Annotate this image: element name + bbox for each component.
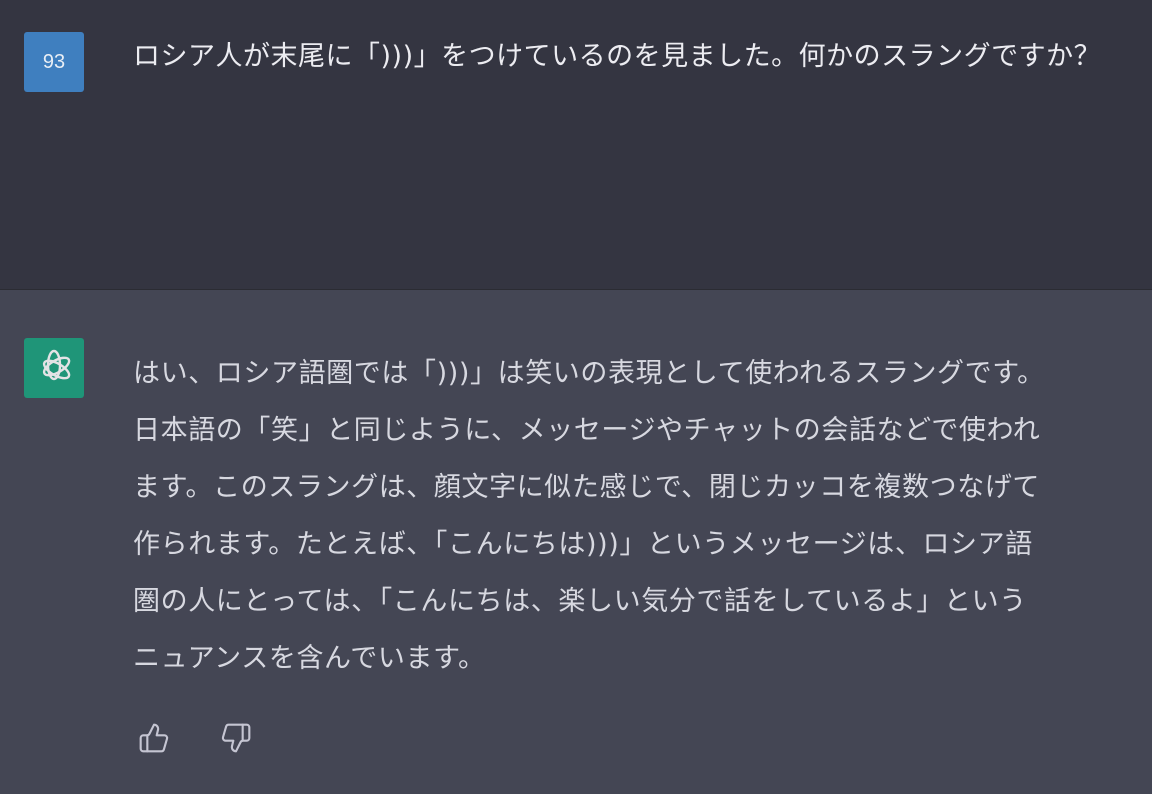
user-message-text: ロシア人が末尾に「)))」をつけているのを見ました。何かのスラングですか？ — [133, 41, 1102, 72]
thumbs-up-button[interactable] — [138, 720, 170, 756]
assistant-line: はい、ロシア語圏では「)))」は笑いの表現として使われるスラングです。 — [133, 358, 1045, 389]
assistant-line: 作られます。たとえば、「こんにちは)))」というメッセージは、ロシア語 — [133, 529, 1033, 560]
assistant-message-text: はい、ロシア語圏では「)))」は笑いの表現として使われるスラングです。 日本語の… — [133, 345, 1123, 687]
assistant-line: ます。このスラングは、顔文字に似た感じで、閉じカッコを複数つなげて — [133, 472, 1041, 503]
assistant-line: ニュアンスを含んでいます。 — [133, 643, 486, 674]
assistant-line: 日本語の「笑」と同じように、メッセージやチャットの会話などで使われ — [133, 415, 1041, 446]
user-message: 93 ロシア人が末尾に「)))」をつけているのを見ました。何かのスラングですか？ — [0, 0, 1152, 290]
assistant-line: 圏の人にとっては、「こんにちは、楽しい気分で話をしているよ」という — [133, 586, 1027, 617]
feedback-buttons — [138, 720, 252, 756]
assistant-message: はい、ロシア語圏では「)))」は笑いの表現として使われるスラングです。 日本語の… — [0, 290, 1152, 794]
openai-logo-icon — [24, 338, 84, 398]
thumbs-up-icon — [139, 723, 169, 753]
user-avatar: 93 — [24, 32, 84, 92]
thumbs-down-icon — [221, 723, 251, 753]
thumbs-down-button[interactable] — [220, 720, 252, 756]
chat-thread: 93 ロシア人が末尾に「)))」をつけているのを見ました。何かのスラングですか？… — [0, 0, 1152, 794]
